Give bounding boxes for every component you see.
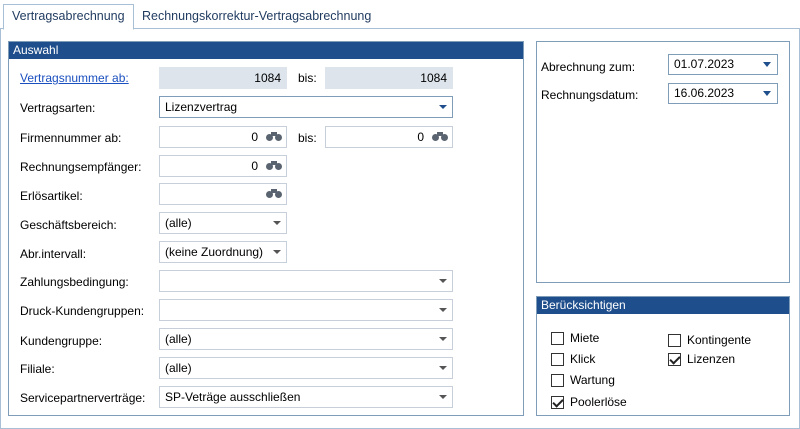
bis-label: bis: — [298, 71, 317, 85]
servicepartner-value: SP-Veträge ausschließen — [165, 390, 301, 404]
binoculars-search-icon[interactable] — [263, 185, 285, 203]
zahlungsbedingung-select[interactable] — [159, 270, 453, 292]
checkbox-lizenzen[interactable]: Lizenzen — [668, 352, 735, 366]
rechnungsempfaenger-field[interactable]: 0 — [159, 155, 287, 177]
rechnungsempfaenger-label: Rechnungsempfänger: — [20, 160, 142, 174]
chevron-down-icon[interactable] — [439, 105, 447, 109]
chevron-down-icon[interactable] — [439, 308, 447, 312]
druck-kundengruppen-select[interactable] — [159, 299, 453, 321]
checkbox-label: Miete — [570, 331, 600, 345]
chevron-down-icon[interactable] — [273, 250, 281, 254]
firmennummer-to-value: 0 — [417, 130, 424, 144]
abrechnung-zum-label: Abrechnung zum: — [541, 60, 636, 74]
abrintervall-label: Abr.intervall: — [20, 247, 87, 261]
chevron-down-icon[interactable] — [439, 279, 447, 283]
filiale-label: Filiale: — [20, 362, 55, 376]
filiale-value: (alle) — [165, 361, 192, 375]
kundengruppe-label: Kundengruppe: — [20, 334, 103, 348]
zahlungsbedingung-label: Zahlungsbedingung: — [20, 275, 129, 289]
abrintervall-value: (keine Zuordnung) — [165, 245, 264, 259]
vertragsarten-label: Vertragsarten: — [20, 101, 96, 115]
checkbox-label: Klick — [570, 352, 596, 366]
checkbox-klick[interactable]: Klick — [551, 352, 595, 366]
checkbox-box[interactable] — [551, 395, 564, 409]
checkbox-label: Lizenzen — [687, 352, 736, 366]
vertragsarten-select[interactable]: Lizenzvertrag — [159, 96, 453, 118]
chevron-down-icon[interactable] — [439, 366, 447, 370]
binoculars-search-icon[interactable] — [263, 128, 285, 146]
auswahl-header: Auswahl — [9, 42, 523, 59]
chevron-down-icon[interactable] — [439, 395, 447, 399]
checkbox-box[interactable] — [668, 352, 681, 366]
checkbox-box[interactable] — [551, 331, 564, 345]
erloesartikel-field[interactable] — [159, 183, 287, 205]
abrechnung-zum-datepicker[interactable]: 01.07.2023 — [668, 54, 778, 75]
vertragsnummer-link[interactable]: Vertragsnummer ab: — [20, 71, 129, 85]
tab-rechnungskorrektur[interactable]: Rechnungskorrektur-Vertragsabrechnung — [133, 5, 379, 29]
chevron-down-icon[interactable] — [763, 62, 771, 67]
chevron-down-icon[interactable] — [439, 337, 447, 341]
filiale-select[interactable]: (alle) — [159, 357, 453, 379]
dates-group — [536, 41, 790, 283]
geschaeftsbereich-label: Geschäftsbereich: — [20, 218, 117, 232]
checkbox-miete[interactable]: Miete — [551, 331, 599, 345]
checkbox-label: Poolerlöse — [570, 395, 627, 409]
checkbox-box[interactable] — [551, 352, 564, 366]
checkbox-kontingente[interactable]: Kontingente — [668, 333, 751, 347]
tab-vertragsabrechnung[interactable]: Vertragsabrechnung — [3, 4, 134, 30]
rechnungsdatum-datepicker[interactable]: 16.06.2023 — [668, 83, 778, 104]
checkbox-poolerloese[interactable]: Poolerlöse — [551, 395, 627, 409]
tab-bar: Vertragsabrechnung Rechnungskorrektur-Ve… — [0, 0, 800, 30]
binoculars-search-icon[interactable] — [429, 128, 451, 146]
firmennummer-label: Firmennummer ab: — [20, 131, 122, 145]
firmennummer-to-field[interactable]: 0 — [325, 126, 453, 148]
kundengruppe-select[interactable]: (alle) — [159, 328, 453, 350]
beruecksichtigen-header: Berücksichtigen — [537, 297, 789, 314]
rechnungsdatum-value: 16.06.2023 — [674, 86, 735, 100]
geschaeftsbereich-select[interactable]: (alle) — [159, 212, 287, 234]
kundengruppe-value: (alle) — [165, 332, 192, 346]
servicepartner-label: Servicepartnerverträge: — [20, 391, 146, 405]
chevron-down-icon[interactable] — [763, 91, 771, 96]
binoculars-search-icon[interactable] — [263, 157, 285, 175]
checkbox-box[interactable] — [668, 333, 681, 347]
firmennummer-from-field[interactable]: 0 — [159, 126, 287, 148]
checkbox-wartung[interactable]: Wartung — [551, 373, 615, 387]
servicepartner-select[interactable]: SP-Veträge ausschließen — [159, 386, 453, 408]
vertragsarten-value: Lizenzvertrag — [165, 100, 238, 114]
druck-kundengruppen-label: Druck-Kundengruppen: — [20, 304, 145, 318]
firmennummer-bis-label: bis: — [298, 131, 317, 145]
abrechnung-zum-value: 01.07.2023 — [674, 57, 735, 71]
vertragsnummer-to-field[interactable]: 1084 — [325, 67, 453, 89]
rechnungsdatum-label: Rechnungsdatum: — [541, 88, 639, 102]
checkbox-label: Wartung — [570, 373, 615, 387]
vertragsnummer-from-field[interactable]: 1084 — [159, 67, 287, 89]
checkbox-box[interactable] — [551, 373, 564, 387]
erloesartikel-label: Erlösartikel: — [20, 189, 83, 203]
rechnungsempfaenger-value: 0 — [251, 159, 258, 173]
geschaeftsbereich-value: (alle) — [165, 216, 192, 230]
chevron-down-icon[interactable] — [273, 221, 281, 225]
abrintervall-select[interactable]: (keine Zuordnung) — [159, 241, 287, 263]
firmennummer-from-value: 0 — [251, 130, 258, 144]
checkbox-label: Kontingente — [687, 333, 752, 347]
